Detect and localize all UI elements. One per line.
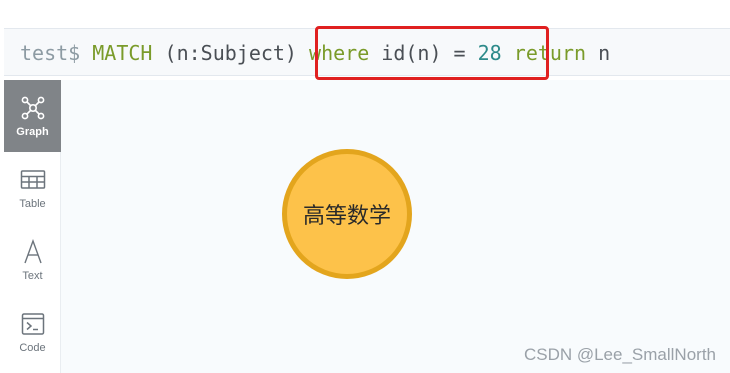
sidebar-item-label-table: Table [19,198,46,210]
top-strip [0,0,730,28]
sidebar-item-label-graph: Graph [16,126,49,138]
watermark: CSDN @Lee_SmallNorth [523,345,716,364]
sidebar-item-table[interactable]: Table [4,152,61,224]
graph-node-caption: 高等数学 [302,204,391,229]
query-token-space [466,41,478,65]
query-bar[interactable]: test$ MATCH (n:Subject) where id(n) = 28… [4,28,730,76]
query-token-where: where [309,41,370,65]
code-icon [19,310,47,338]
query-token-return: return [513,41,587,65]
graph-icon [19,94,47,122]
query-token-id-fn: id(n) [369,41,454,65]
sidebar-item-graph[interactable]: Graph [4,80,61,152]
query-prompt: test$ [20,41,81,65]
query-token-match: MATCH [92,41,153,65]
query-token-var: n [586,41,611,65]
text-icon [19,238,47,266]
query-token-space-2 [502,41,514,65]
sidebar-item-text[interactable]: Text [4,224,61,296]
query-token-equals: = [453,41,466,65]
graph-canvas[interactable]: 高等数学 [61,80,730,373]
graph-node-subject[interactable]: 高等数学 [282,149,412,279]
neo4j-browser-result-frame: test$ MATCH (n:Subject) where id(n) = 28… [0,0,730,373]
table-icon [19,166,47,194]
result-view-sidebar: Graph Table Text Code [4,80,61,373]
query-token-pattern: (n:Subject) [152,41,310,65]
query-token-number: 28 [477,41,502,65]
sidebar-item-label-text: Text [22,270,43,282]
sidebar-item-label-code: Code [19,342,46,354]
sidebar-item-code[interactable]: Code [4,296,61,368]
query-text[interactable]: test$ MATCH (n:Subject) where id(n) = 28… [20,39,610,67]
